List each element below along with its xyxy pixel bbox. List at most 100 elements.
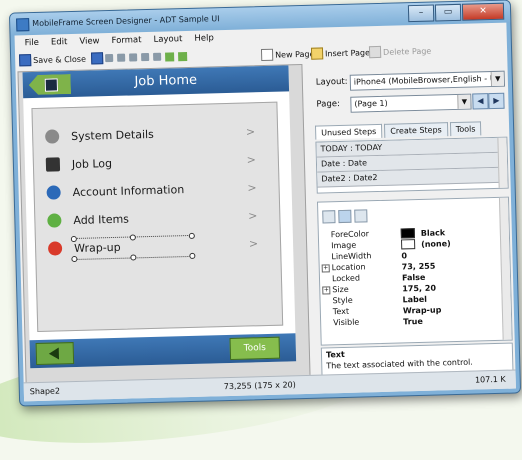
- page-label: Page:: [316, 99, 341, 110]
- new-page-label: New Page: [275, 49, 315, 60]
- delete-page-button[interactable]: Delete Page: [368, 45, 431, 59]
- resize-handle[interactable]: [71, 255, 78, 263]
- design-canvas[interactable]: Job Home System Details > Job Log > Acco…: [17, 63, 311, 390]
- property-value[interactable]: False: [402, 272, 426, 283]
- menu-list: System Details > Job Log > Account Infor…: [31, 101, 284, 333]
- menu-edit[interactable]: Edit: [51, 37, 68, 47]
- maximize-button[interactable]: ▭: [434, 3, 462, 22]
- property-value[interactable]: Wrap-up: [403, 304, 442, 315]
- status-selection: Shape2: [29, 386, 61, 397]
- list-item-label: Add Items: [73, 212, 130, 227]
- property-value[interactable]: Black: [400, 227, 446, 239]
- menu-file[interactable]: File: [25, 38, 39, 48]
- list-item-label: Account Information: [72, 182, 185, 199]
- alphabetical-icon[interactable]: [338, 209, 352, 224]
- chevron-right-icon: >: [248, 236, 259, 250]
- close-button[interactable]: ✕: [461, 2, 505, 21]
- back-arrow-icon: [48, 347, 60, 360]
- property-grid: ForeColor Black Image (none) LineWidth 0…: [316, 196, 513, 346]
- property-value[interactable]: Label: [402, 294, 427, 305]
- layout-label: Layout:: [315, 76, 348, 88]
- chevron-down-icon: ▼: [457, 94, 471, 109]
- status-size: 107.1 K: [474, 374, 506, 385]
- steps-scrollbar[interactable]: [497, 137, 508, 188]
- phone-screen: Job Home System Details > Job Log > Acco…: [22, 65, 297, 369]
- property-name-text: Location: [331, 262, 366, 273]
- selection-handles[interactable]: [70, 232, 196, 263]
- resize-handle[interactable]: [189, 252, 196, 259]
- property-pages-icon[interactable]: [354, 209, 368, 223]
- right-panel: New Page Insert Page Delete Page Layout:…: [260, 39, 514, 390]
- color-swatch: [400, 228, 415, 239]
- chevron-right-icon: >: [247, 180, 257, 194]
- window-title: MobileFrame Screen Designer - ADT Sample…: [32, 14, 220, 29]
- tools-button[interactable]: Tools: [229, 336, 281, 360]
- client-area: File Edit View Format Layout Help Save &…: [14, 22, 516, 402]
- categorized-icon[interactable]: [322, 210, 336, 224]
- insert-page-icon: [310, 47, 324, 60]
- undo-icon[interactable]: [140, 52, 150, 62]
- expand-icon[interactable]: +: [322, 286, 331, 295]
- home-button[interactable]: [29, 74, 72, 95]
- paste-icon[interactable]: [128, 53, 138, 62]
- app-icon: [16, 18, 30, 32]
- property-value[interactable]: (none): [401, 238, 451, 250]
- menu-layout[interactable]: Layout: [153, 34, 182, 45]
- chevron-down-icon: ▼: [490, 71, 505, 87]
- menu-format[interactable]: Format: [111, 35, 141, 46]
- list-item-label: System Details: [71, 127, 154, 143]
- resize-handle[interactable]: [129, 234, 136, 241]
- redo-icon[interactable]: [152, 52, 162, 61]
- steps-tabs: Unused Steps Create Steps Tools: [314, 121, 484, 140]
- new-page-button[interactable]: New Page: [260, 48, 315, 62]
- copy-icon[interactable]: [116, 53, 126, 62]
- menu-help[interactable]: Help: [194, 33, 214, 44]
- home-icon: [45, 78, 58, 91]
- steps-list: TODAY : TODAY Date : Date Date2 : Date2: [315, 136, 509, 194]
- tab-unused-steps[interactable]: Unused Steps: [314, 123, 383, 140]
- save-icon[interactable]: [90, 52, 104, 65]
- prev-page-button[interactable]: ◀: [472, 93, 489, 110]
- window-controls: – ▭ ✕: [407, 2, 505, 23]
- back-button[interactable]: [35, 342, 75, 366]
- next-page-button[interactable]: ▶: [488, 92, 505, 110]
- layout-select[interactable]: iPhone4 (MobileBrowser,English - Un ▼: [349, 70, 506, 91]
- resize-handle[interactable]: [70, 235, 77, 243]
- insert-page-button[interactable]: Insert Page: [310, 46, 371, 60]
- property-value[interactable]: 175, 20: [402, 283, 436, 294]
- new-page-icon: [260, 48, 274, 62]
- add-icon: [47, 213, 62, 228]
- property-toolbar: [322, 209, 370, 224]
- insert-page-label: Insert Page: [324, 47, 371, 58]
- designer-window: MobileFrame Screen Designer - ADT Sample…: [8, 0, 522, 407]
- grid-icon[interactable]: [164, 51, 175, 62]
- phone-header: Job Home: [22, 65, 290, 99]
- tab-create-steps[interactable]: Create Steps: [384, 122, 448, 138]
- snap-icon[interactable]: [177, 51, 188, 61]
- list-item-wrap-up[interactable]: Wrap-up >: [36, 229, 281, 263]
- menu-view[interactable]: View: [79, 36, 99, 47]
- property-value[interactable]: True: [403, 316, 423, 327]
- expand-icon[interactable]: +: [321, 264, 330, 273]
- save-close-button[interactable]: Save & Close: [19, 53, 86, 67]
- property-value[interactable]: 73, 255: [402, 261, 436, 272]
- property-value[interactable]: 0: [401, 250, 407, 260]
- info-icon: [46, 185, 61, 200]
- phone-footer: Tools: [29, 333, 297, 369]
- property-value-text: (none): [421, 238, 451, 249]
- page-select[interactable]: (Page 1) ▼: [350, 93, 472, 113]
- image-swatch: [401, 239, 416, 250]
- chevron-right-icon: >: [245, 124, 256, 138]
- chevron-right-icon: >: [246, 152, 257, 166]
- resize-handle[interactable]: [130, 254, 137, 261]
- save-close-label: Save & Close: [33, 54, 87, 65]
- minimize-button[interactable]: –: [407, 4, 435, 23]
- delete-page-icon: [368, 45, 382, 59]
- cut-icon[interactable]: [104, 53, 114, 63]
- page-value: (Page 1): [354, 98, 388, 109]
- status-coordinates: 73,255 (175 x 20): [223, 380, 296, 392]
- chevron-right-icon: >: [247, 208, 258, 222]
- property-value-text: Black: [420, 227, 446, 238]
- tab-tools[interactable]: Tools: [449, 121, 482, 137]
- log-icon: [45, 157, 61, 172]
